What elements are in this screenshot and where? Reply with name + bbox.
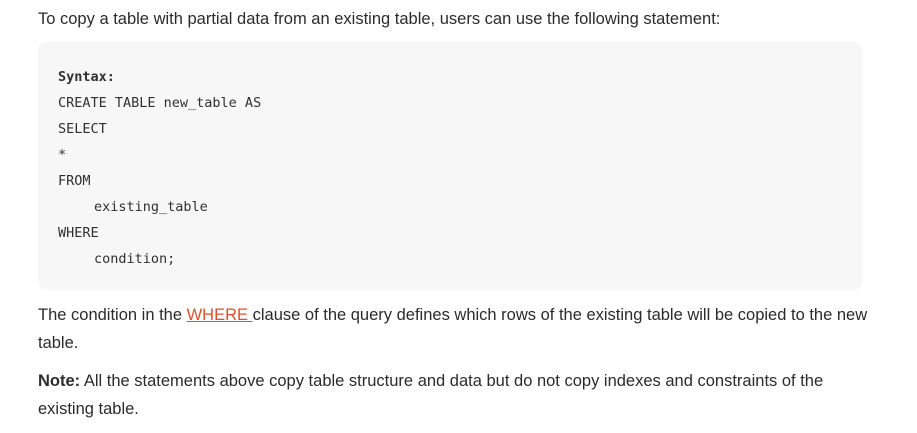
code-line: *	[58, 147, 67, 163]
note-text: All the statements above copy table stru…	[38, 372, 824, 418]
code-line: FROM	[58, 173, 91, 189]
code-line: condition;	[94, 251, 176, 267]
where-clause-paragraph: The condition in the WHERE clause of the…	[38, 301, 878, 357]
syntax-label: Syntax:	[58, 69, 115, 85]
intro-text: To copy a table with partial data from a…	[38, 10, 721, 28]
note-label: Note:	[38, 372, 81, 390]
code-line: SELECT	[58, 121, 107, 137]
code-line: existing_table	[94, 199, 208, 215]
where-link[interactable]: WHERE	[187, 306, 253, 324]
paragraph-text-before: The condition in the	[38, 306, 187, 324]
note-paragraph: Note: All the statements above copy tabl…	[38, 367, 878, 423]
code-line: CREATE TABLE new_table AS	[58, 95, 262, 111]
code-line: WHERE	[58, 225, 99, 241]
code-block: Syntax: CREATE TABLE new_table AS SELECT…	[38, 42, 862, 290]
